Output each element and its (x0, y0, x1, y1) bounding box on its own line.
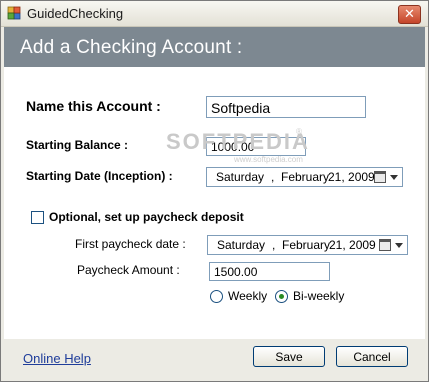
watermark-registered-mark: ® (296, 127, 302, 136)
starting-date-label: Starting Date (Inception) : (26, 169, 173, 183)
close-button[interactable]: ✕ (398, 5, 421, 24)
online-help-link[interactable]: Online Help (23, 351, 91, 366)
date-day: Saturday (216, 170, 265, 184)
footer-bar: Online Help Save Cancel (4, 339, 425, 379)
calendar-icon[interactable] (379, 239, 391, 251)
paycheck-amount-input[interactable]: 1500.00 (209, 262, 330, 281)
account-name-label: Name this Account : (26, 98, 161, 114)
cancel-button[interactable]: Cancel (336, 346, 408, 367)
guided-checking-window: GuidedChecking ✕ Add a Checking Account … (0, 0, 429, 382)
watermark-text: SOFTPEDIA (166, 129, 310, 154)
date-day: Saturday (217, 238, 266, 252)
header-band: Add a Checking Account : (4, 27, 425, 67)
starting-date-picker[interactable]: Saturday , February 21, 2009 (206, 167, 403, 187)
date-value: 21, 2009 (329, 238, 376, 252)
calendar-icon[interactable] (374, 171, 386, 183)
save-button[interactable]: Save (253, 346, 325, 367)
date-separator: , (272, 238, 276, 252)
paycheck-amount-label: Paycheck Amount : (77, 263, 180, 277)
first-paycheck-label: First paycheck date : (75, 237, 186, 251)
date-month: February (282, 238, 331, 252)
close-icon: ✕ (404, 6, 415, 21)
watermark-url: www.softpedia.com (234, 155, 303, 164)
page-title: Add a Checking Account : (20, 37, 243, 58)
chevron-down-icon[interactable] (395, 243, 403, 248)
biweekly-label[interactable]: Bi-weekly (293, 289, 344, 303)
account-name-input[interactable]: Softpedia (206, 96, 366, 118)
paycheck-checkbox[interactable] (31, 211, 44, 224)
date-separator: , (271, 170, 275, 184)
paycheck-checkbox-label[interactable]: Optional, set up paycheck deposit (49, 210, 244, 224)
weekly-label[interactable]: Weekly (228, 289, 267, 303)
account-form: Name this Account : Softpedia Starting B… (4, 67, 425, 339)
starting-balance-label: Starting Balance : (26, 138, 129, 152)
biweekly-radio[interactable] (275, 290, 288, 303)
window-title: GuidedChecking (27, 6, 124, 21)
date-month: February (281, 170, 330, 184)
title-bar[interactable]: GuidedChecking ✕ (1, 1, 428, 27)
app-icon (7, 6, 21, 20)
date-value: 21, 2009 (328, 170, 375, 184)
weekly-radio[interactable] (210, 290, 223, 303)
chevron-down-icon[interactable] (390, 175, 398, 180)
first-paycheck-date-picker[interactable]: Saturday , February 21, 2009 (207, 235, 408, 255)
